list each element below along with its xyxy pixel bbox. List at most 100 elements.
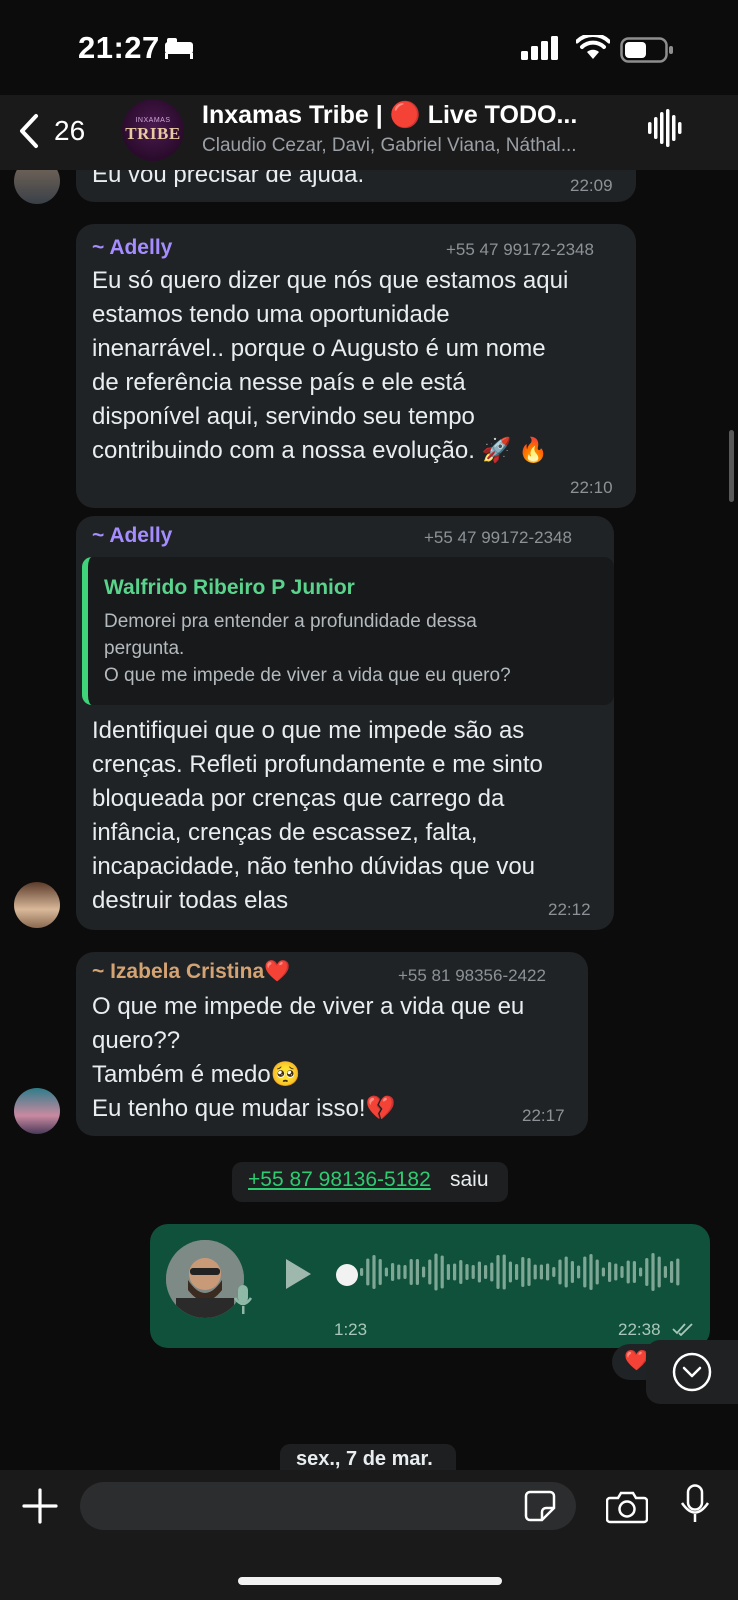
message-time: 22:17 — [522, 1106, 565, 1125]
message-line: Eu só quero dizer que nós que estamos aq… — [92, 267, 569, 294]
play-icon[interactable] — [282, 1256, 314, 1292]
sender-name[interactable]: ~ Adelly — [92, 524, 172, 548]
message-input[interactable] — [80, 1482, 576, 1530]
waveform-bar — [378, 1259, 382, 1285]
sleep-focus-icon — [165, 38, 193, 59]
waveform-bar — [360, 1268, 364, 1276]
waveform-bar — [403, 1265, 407, 1279]
group-title[interactable]: Inxamas Tribe | 🔴 Live TODO... — [202, 101, 577, 130]
waveform-bar — [490, 1262, 494, 1282]
sender-phone: +55 47 99172-2348 — [424, 528, 572, 547]
double-check-icon — [672, 1323, 693, 1336]
message-line: Identifiquei que o que me impede são as — [92, 717, 525, 744]
waveform-bar — [515, 1264, 519, 1280]
waveform-bar — [527, 1258, 531, 1286]
scrollbar[interactable] — [729, 430, 734, 502]
waveform-bar — [484, 1265, 488, 1279]
waveform-bar — [508, 1261, 512, 1283]
voice-scrubber-handle[interactable] — [336, 1264, 358, 1286]
waveform-bar — [570, 1261, 574, 1283]
message-line: de referência nesse país e ele está — [92, 369, 466, 396]
waveform-bar — [639, 1267, 643, 1277]
sender-name[interactable]: ~ Adelly — [92, 236, 172, 260]
scroll-to-bottom-button[interactable] — [646, 1340, 738, 1404]
waveform-bar — [496, 1255, 500, 1289]
battery-icon — [620, 37, 673, 63]
system-phone-link[interactable]: +55 87 98136-5182 — [248, 1168, 431, 1192]
waveform-bar — [409, 1259, 413, 1285]
waveform-bar — [391, 1263, 395, 1281]
quoted-line: pergunta. — [104, 638, 185, 659]
waveform-bar — [372, 1255, 376, 1289]
waveform-bar — [620, 1266, 624, 1278]
wifi-icon — [576, 35, 610, 59]
chevron-left-icon — [20, 114, 38, 148]
waveform-bar — [459, 1260, 463, 1284]
waveform-bar — [608, 1262, 612, 1282]
waveform-bar — [446, 1264, 450, 1280]
waveform-bar — [366, 1258, 370, 1286]
waveform-bar — [434, 1253, 438, 1291]
message-line: Eu tenho que mudar isso!💔 — [92, 1095, 396, 1122]
sender-avatar[interactable] — [14, 882, 60, 928]
quoted-author: Walfrido Ribeiro P Junior — [104, 576, 355, 599]
plus-icon[interactable] — [22, 1488, 58, 1524]
voice-waveform[interactable] — [360, 1250, 686, 1294]
waveform-bar — [477, 1261, 481, 1283]
status-bar: 21:27 — [0, 0, 738, 95]
message-line: destruir todas elas — [92, 887, 289, 914]
unread-count: 26 — [54, 115, 86, 146]
waveform-bar — [465, 1264, 469, 1280]
sender-phone: +55 81 98356-2422 — [398, 966, 546, 985]
back-button[interactable]: 26 — [18, 109, 98, 153]
waveform-bar — [670, 1261, 674, 1283]
voice-time: 22:38 — [618, 1320, 661, 1339]
waveform-bar — [657, 1256, 661, 1288]
waveform-bar — [521, 1257, 525, 1287]
message-line: crenças. Refleti profundamente e me sint… — [92, 751, 543, 778]
waveform-bar — [626, 1260, 630, 1284]
waveform-bar — [552, 1267, 556, 1277]
microphone-icon[interactable] — [680, 1484, 710, 1524]
message-text: Eu só quero dizer que nós que estamos aq… — [92, 264, 568, 468]
message-time: 22:09 — [570, 176, 613, 195]
group-avatar-logo-text: TRIBE — [125, 123, 181, 143]
message-line: Também é medo🥺 — [92, 1061, 301, 1088]
waveform-bar — [422, 1266, 426, 1278]
waveform-bar — [440, 1255, 444, 1289]
sender-phone: +55 47 99172-2348 — [446, 240, 594, 259]
message-line: inenarrável.. porque o Augusto é um nome — [92, 335, 546, 362]
camera-icon[interactable] — [606, 1490, 648, 1524]
waveform-bar — [415, 1259, 419, 1285]
waveform-bar — [651, 1253, 655, 1291]
waveform-bar — [676, 1258, 680, 1286]
waveform-bar — [546, 1263, 550, 1281]
message-time: 22:10 — [570, 478, 613, 497]
waveform-bar — [632, 1261, 636, 1283]
sticker-icon[interactable] — [524, 1490, 556, 1522]
microphone-badge-icon — [233, 1285, 253, 1314]
waveform-bar — [595, 1259, 599, 1285]
group-avatar[interactable]: INXAMAS TRIBE — [122, 99, 184, 161]
chevron-down-circle-icon — [672, 1352, 712, 1392]
group-members[interactable]: Claudio Cezar, Davi, Gabriel Viana, Náth… — [202, 135, 577, 157]
system-message-text: saiu — [450, 1168, 489, 1191]
sender-name[interactable]: ~ Izabela Cristina❤️ — [92, 960, 290, 984]
message-line: infância, crenças de escassez, falta, — [92, 819, 478, 846]
message-line: disponível aqui, servindo seu tempo — [92, 403, 475, 430]
quoted-line: Demorei pra entender a profundidade dess… — [104, 611, 477, 632]
waveform-bar — [453, 1263, 457, 1281]
waveform-bar — [428, 1259, 432, 1285]
message-line: incapacidade, não tenho dúvidas que vou — [92, 853, 536, 880]
message-line: estamos tendo uma oportunidade — [92, 301, 450, 328]
quoted-text: Demorei pra entender a profundidade dess… — [104, 608, 511, 689]
waveform-bar — [384, 1267, 388, 1277]
audio-chat-icon[interactable] — [648, 109, 682, 147]
message-text: O que me impede de viver a vida que eu q… — [92, 990, 524, 1126]
sender-avatar[interactable] — [14, 1088, 60, 1134]
message-line: quero?? — [92, 1027, 181, 1054]
waveform-bar — [564, 1256, 568, 1288]
waveform-bar — [502, 1254, 506, 1290]
message-time: 22:12 — [548, 900, 591, 919]
waveform-bar — [471, 1265, 475, 1279]
